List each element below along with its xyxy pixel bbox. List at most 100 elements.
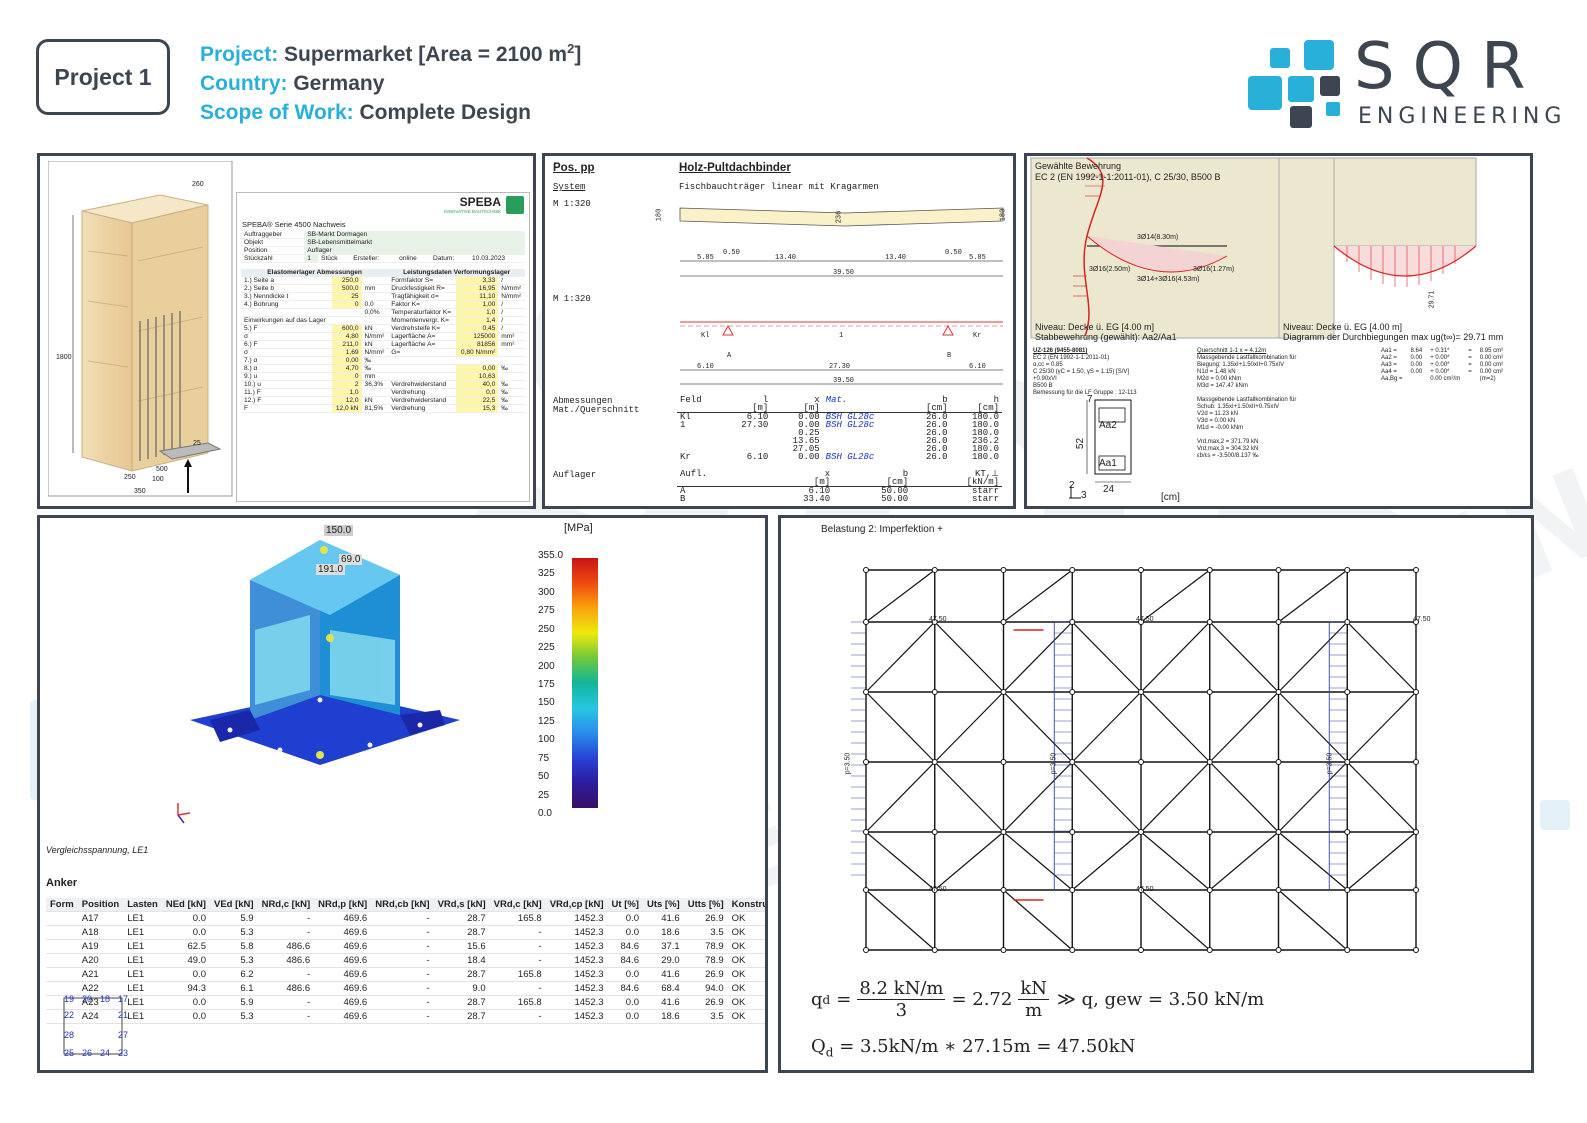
anchor-number: 23 — [118, 1048, 129, 1058]
sec-axis-3: 3 — [1081, 490, 1087, 501]
speba-cell: Verdrehwiderstand — [388, 396, 457, 405]
beam-row: 0.25 26.0 180.0 — [677, 429, 1002, 438]
truss-diagonal — [1278, 621, 1348, 693]
eq2-lhs: Q — [811, 1036, 826, 1057]
truss-title: Belastung 2: Imperfektion + — [821, 524, 944, 535]
info-value: 10.03.2023 — [469, 254, 525, 263]
anchor-number: 24 — [100, 1048, 111, 1058]
truss-node — [1000, 947, 1007, 953]
speba-cell: Verdrehwiderstand — [388, 380, 457, 389]
speba-cell: ‰ — [361, 364, 389, 373]
height-right: 180 — [999, 208, 1008, 222]
speba-cell: 0,80 N/mm² — [456, 348, 499, 357]
legend-label: 125 — [538, 715, 555, 727]
speba-row: 4.) Bohrung 0 0,0 Faktor K= 1,00/ — [241, 300, 525, 309]
truss-diagonal — [1140, 831, 1211, 891]
anchor-cell: 41.6 — [642, 995, 684, 1010]
anchor-col-header: NRd,c [kN] — [257, 898, 315, 912]
truss-diagonal — [865, 691, 936, 763]
speba-cell: Lagerfläche A= — [388, 340, 457, 349]
eq2-rhs: = 3.5kN/m ∗ 27.15m = 47.50kN — [839, 1036, 1136, 1057]
aufl-cell: A — [680, 486, 686, 496]
anchor-cell: 486.6 — [257, 981, 315, 996]
aufl-row: B 33.40 50.00 starr — [677, 495, 1002, 504]
info-value: online — [396, 254, 430, 263]
anchor-cell: - — [489, 953, 546, 968]
anchor-cell: - — [371, 1009, 434, 1024]
anchor-cell: OK — [727, 925, 765, 940]
speba-cell: 12,0 — [331, 396, 362, 405]
speba-cell: 9.) u — [241, 372, 332, 381]
truss-node — [1413, 689, 1419, 695]
anchor-cell: 469.6 — [314, 1009, 372, 1024]
ec-label: EC 2 (EN 1992-1-1:2011-01) — [1033, 355, 1110, 361]
anchor-cell: 0.0 — [607, 967, 643, 982]
aa-cell: = — [1468, 348, 1472, 354]
eq1-unum: kN — [1018, 978, 1050, 1000]
truss-diagonal — [1071, 761, 1142, 833]
anchor-cell: 165.8 — [489, 967, 546, 982]
truss-node — [1000, 567, 1007, 573]
speba-cell — [388, 364, 457, 373]
height-left: 180 — [655, 208, 664, 222]
aa-cell: 0.00 — [1410, 369, 1423, 375]
anchor-cell: 28.7 — [433, 1009, 490, 1024]
speba-cell — [241, 308, 332, 317]
legend-label: 300 — [538, 586, 555, 598]
scope-key: Scope of Work: — [200, 101, 354, 124]
truss-node — [1275, 947, 1282, 953]
speba-cell: 125000 — [456, 332, 499, 341]
anchor-number: 27 — [118, 1030, 129, 1040]
legend-label: 50 — [538, 771, 550, 783]
speba-cell: 2 — [331, 380, 362, 389]
speba-row: F 12,0 kN 81,5% Verdrehung 15,3 ‰ — [241, 404, 525, 413]
v3-label: V3d = 0.00 kN — [1197, 418, 1236, 424]
speba-cell: 4.) Bohrung — [241, 300, 332, 309]
speba-cell: 600,0 — [331, 324, 362, 333]
anchor-cell: 0.0 — [161, 995, 210, 1010]
legend-label: 75 — [538, 752, 550, 764]
anchor-cell: - — [371, 953, 434, 968]
speba-row: 9.) u 0 mm 10,63 — [241, 372, 525, 381]
span-mid: 27.30 — [829, 363, 851, 371]
aa-cell: 0.00 — [1410, 355, 1423, 361]
beam-cell: 26.0 — [925, 452, 948, 462]
speba-cell: 0,45 — [456, 324, 499, 333]
truss-diagonal — [1278, 831, 1348, 891]
speba-cell: 0,0% — [361, 308, 389, 317]
truss-node — [1206, 887, 1213, 893]
eq1-lhs: q — [811, 989, 823, 1010]
speba-cell: F — [241, 404, 332, 413]
speba-cell: 1,0 — [456, 308, 499, 317]
anchor-cell: 165.8 — [489, 911, 546, 926]
speba-cell: 1,4 — [456, 316, 499, 325]
anchor-table: Form Position Lasten NEd [kN] VEd [kN] NRd,c … — [46, 898, 765, 1024]
speba-cell: kN — [361, 324, 389, 333]
speba-cell — [388, 372, 457, 381]
speba-cell: ‰ — [498, 404, 525, 413]
speba-row: 5.) F 600,0 kN Verdrehsteife K= 0,45/ — [241, 324, 525, 333]
speba-cell: 11.) F — [241, 388, 332, 397]
m1-label: M1d = -0.00 kNm — [1197, 425, 1244, 431]
anchor-cell: 469.6 — [314, 911, 372, 926]
truss-diagonal — [1209, 621, 1279, 693]
distributed-load-label: p=3.50 — [844, 752, 852, 775]
legend-label: 250 — [538, 623, 555, 635]
speba-brand-sub: INNOVATIVE BAUTECHNIK — [444, 209, 501, 214]
speba-cell: 81856 — [456, 340, 499, 349]
truss-node — [931, 947, 938, 953]
fem-stress-plot — [190, 540, 460, 765]
design-mid: Querschnitt 1-1 x = 4.12m Massgebende La… — [1197, 348, 1296, 460]
aa-cell: + 0.00* — [1430, 362, 1450, 368]
speba-cell: 0 — [331, 372, 362, 381]
anchor-cell: 94.0 — [683, 981, 728, 996]
truss-diagonal — [1209, 691, 1279, 763]
acc-label: α,cc = 0.85 — [1033, 362, 1063, 368]
anchor-row: A17 LE1 0.0 5.9-469.6-28.7 165.8 1452.3 0.0 41.… — [46, 911, 765, 926]
anchor-cell: 3.5 — [683, 925, 728, 940]
anchor-col-header: Ut [%] — [607, 898, 643, 912]
dim-top: 260 — [192, 181, 204, 188]
aufl-row: Aufl. x b KT,⊥ — [677, 470, 1002, 479]
beam-cell: Mat. — [825, 395, 848, 405]
truss-node — [1275, 689, 1282, 695]
